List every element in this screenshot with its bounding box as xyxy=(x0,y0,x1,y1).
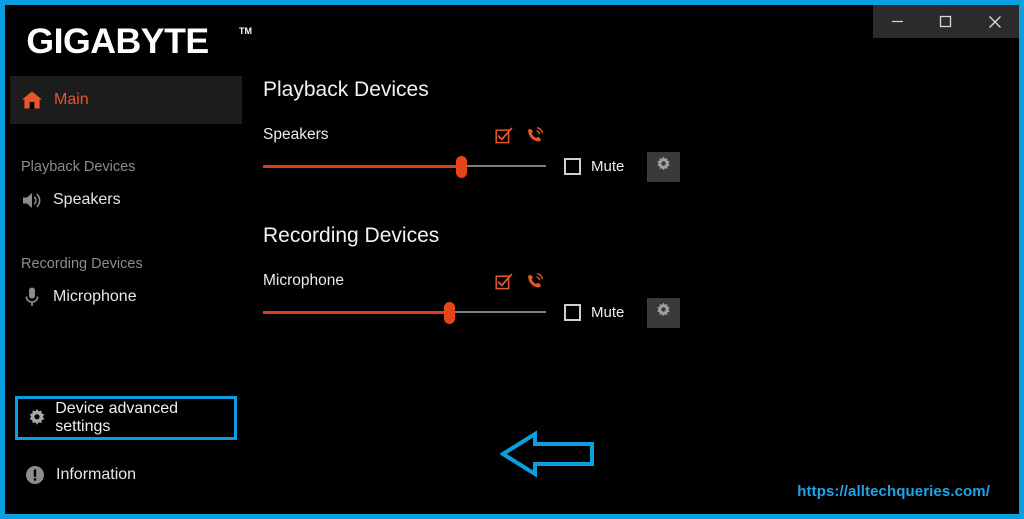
window-controls xyxy=(873,5,1019,38)
section-title-playback: Playback Devices xyxy=(263,78,429,101)
sidebar-item-information-label: Information xyxy=(56,466,137,483)
main-content-panel: Playback Devices Speakers Mute Recording… xyxy=(242,38,1014,509)
left-arrow-annotation xyxy=(499,428,596,480)
maximize-button[interactable] xyxy=(923,5,969,38)
sidebar-item-speakers[interactable]: Speakers xyxy=(10,179,242,221)
mute-checkbox-microphone[interactable] xyxy=(564,304,581,321)
minimize-button[interactable] xyxy=(874,5,920,38)
mute-label-microphone: Mute xyxy=(591,304,625,321)
device-name-speakers: Speakers xyxy=(263,126,329,143)
gear-icon xyxy=(655,156,672,178)
slider-filled-track-speakers xyxy=(263,165,462,168)
gigabyte-logo-text: GIGABYTE xyxy=(26,22,209,61)
gear-icon xyxy=(655,302,672,324)
site-watermark: https://alltechqueries.com/ xyxy=(797,483,990,500)
sidebar-item-microphone[interactable]: Microphone xyxy=(10,276,242,318)
sidebar-item-device-advanced-settings-label: Device advanced settings xyxy=(55,400,178,435)
device-settings-button-microphone[interactable] xyxy=(647,298,680,328)
sidebar: Main Playback Devices Speakers Recording… xyxy=(10,76,242,509)
checkbox-check-icon xyxy=(495,273,513,296)
mute-control-microphone: Mute xyxy=(564,304,624,321)
slider-remaining-track-speakers xyxy=(461,165,546,167)
phone-call-icon xyxy=(525,272,544,296)
sidebar-item-advanced-settings-highlight: Device advanced settings xyxy=(15,396,237,440)
device-settings-button-speakers[interactable] xyxy=(647,152,680,182)
sidebar-item-microphone-label: Microphone xyxy=(53,288,137,305)
sidebar-group-title-playback: Playback Devices xyxy=(21,159,136,175)
sidebar-group-title-recording: Recording Devices xyxy=(21,256,143,272)
sidebar-item-information[interactable]: Information xyxy=(13,454,235,496)
close-button[interactable] xyxy=(972,5,1018,38)
sidebar-item-speakers-label: Speakers xyxy=(53,191,121,208)
gear-icon xyxy=(18,408,55,428)
sidebar-item-device-advanced-settings[interactable]: Device advanced settings xyxy=(18,399,234,437)
mute-checkbox-speakers[interactable] xyxy=(564,158,581,175)
device-label-speakers: Speakers xyxy=(263,126,328,144)
info-icon xyxy=(13,465,56,485)
trademark-symbol: TM xyxy=(239,26,252,36)
gigabyte-logo: GIGABYTE TM xyxy=(10,22,252,74)
home-icon xyxy=(10,90,54,110)
volume-slider-speakers[interactable] xyxy=(263,155,546,178)
mute-label-speakers: Mute xyxy=(591,158,625,175)
slider-remaining-track-microphone xyxy=(449,311,546,313)
checkbox-check-icon xyxy=(495,127,513,150)
slider-thumb-speakers[interactable] xyxy=(455,156,467,178)
section-playback-devices: Playback Devices xyxy=(263,78,429,102)
volume-slider-microphone[interactable] xyxy=(263,301,546,324)
device-label-microphone: Microphone xyxy=(263,272,344,290)
sidebar-item-main[interactable]: Main xyxy=(10,76,242,124)
speaker-icon xyxy=(10,191,53,210)
sidebar-item-main-label: Main xyxy=(54,91,89,108)
microphone-icon xyxy=(10,286,53,308)
section-title-recording: Recording Devices xyxy=(263,224,440,247)
device-badges-speakers xyxy=(495,126,544,150)
slider-thumb-microphone[interactable] xyxy=(444,302,456,324)
device-name-microphone: Microphone xyxy=(263,272,344,289)
gigabyte-audio-app-window: GIGABYTE TM Main Playback Devices Speake… xyxy=(0,0,1024,519)
device-badges-microphone xyxy=(495,272,544,296)
slider-filled-track-microphone xyxy=(263,311,450,314)
mute-control-speakers: Mute xyxy=(564,158,624,175)
section-recording-devices: Recording Devices xyxy=(263,224,439,248)
phone-call-icon xyxy=(525,126,544,150)
